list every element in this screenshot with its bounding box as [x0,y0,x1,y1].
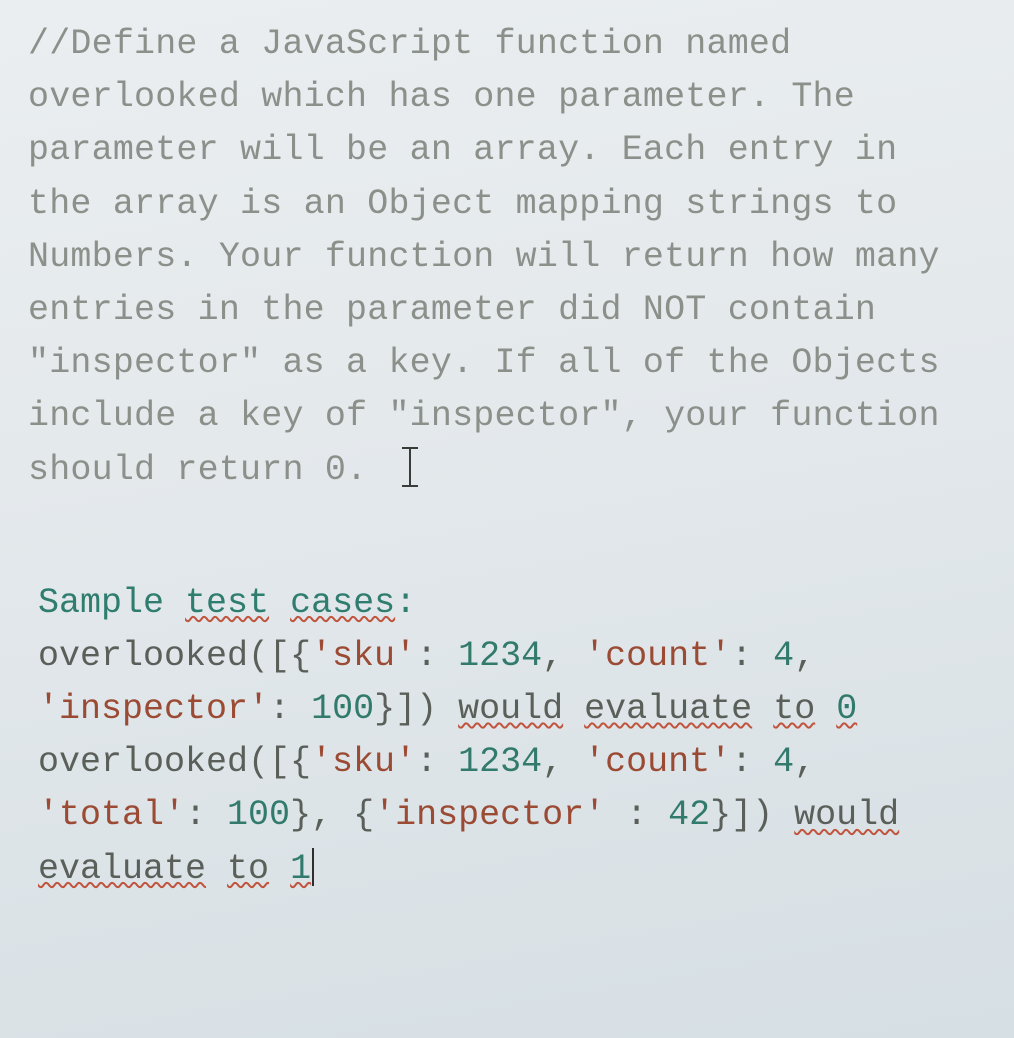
comment-line: parameter will be an array. Each entry i… [28,124,1000,177]
result-value: 0 [836,689,857,729]
comment-line: "inspector" as a key. If all of the Obje… [28,337,1000,390]
word: would [458,689,563,729]
heading-word: test [185,583,269,623]
result-value: 1 [290,849,311,889]
code-text: }]) [710,795,794,835]
number-value: 1234 [458,636,542,676]
code-text: : [731,636,773,676]
samples-heading: Sample test cases: [38,577,1000,630]
space [752,689,773,729]
space [269,849,290,889]
text-caret-icon [312,848,314,886]
sample-line: 'total': 100}, {'inspector' : 42}]) woul… [38,789,1000,842]
problem-comment: //Define a JavaScript function named ove… [28,18,1000,497]
code-text: : [416,636,458,676]
space [206,849,227,889]
code-text: }]) [374,689,458,729]
space [563,689,584,729]
code-text: , [794,742,815,782]
comment-text: should return 0. [28,450,367,490]
number-value: 4 [773,636,794,676]
number-value: 100 [227,795,290,835]
number-value: 100 [311,689,374,729]
code-text: overlooked([{ [38,742,311,782]
number-value: 42 [668,795,710,835]
string-key: 'sku' [311,742,416,782]
word: would [794,795,899,835]
heading-space [269,583,290,623]
number-value: 4 [773,742,794,782]
code-text: , [794,636,815,676]
code-text: , [542,636,584,676]
comment-line: should return 0. [28,444,1000,497]
code-text: : [269,689,311,729]
comment-line: include a key of "inspector", your funct… [28,390,1000,443]
word: to [227,849,269,889]
sample-line: overlooked([{'sku': 1234, 'count': 4, [38,630,1000,683]
code-text: : [185,795,227,835]
sample-test-cases[interactable]: Sample test cases: overlooked([{'sku': 1… [38,577,1000,896]
comment-line: Numbers. Your function will return how m… [28,231,1000,284]
string-key: 'count' [584,636,731,676]
comment-line: //Define a JavaScript function named [28,18,1000,71]
code-text: : [605,795,668,835]
code-text: overlooked([{ [38,636,311,676]
word: to [773,689,815,729]
string-key: 'count' [584,742,731,782]
comment-line: overlooked which has one parameter. The [28,71,1000,124]
string-key: 'total' [38,795,185,835]
space [815,689,836,729]
string-key: 'sku' [311,636,416,676]
word: evaluate [38,849,206,889]
number-value: 1234 [458,742,542,782]
sample-line: evaluate to 1 [38,843,1000,896]
text-cursor-ibeam-icon [398,445,422,489]
string-key: 'inspector' [38,689,269,729]
word: evaluate [584,689,752,729]
code-text: : [416,742,458,782]
sample-line: overlooked([{'sku': 1234, 'count': 4, [38,736,1000,789]
heading-word: cases [290,583,395,623]
code-text: : [731,742,773,782]
heading-word: Sample [38,583,185,623]
comment-line: entries in the parameter did NOT contain [28,284,1000,337]
heading-colon: : [395,583,416,623]
sample-line: 'inspector': 100}]) would evaluate to 0 [38,683,1000,736]
comment-line: the array is an Object mapping strings t… [28,178,1000,231]
code-text: , [542,742,584,782]
string-key: 'inspector' [374,795,605,835]
spacer [28,497,1000,577]
code-text: }, { [290,795,374,835]
